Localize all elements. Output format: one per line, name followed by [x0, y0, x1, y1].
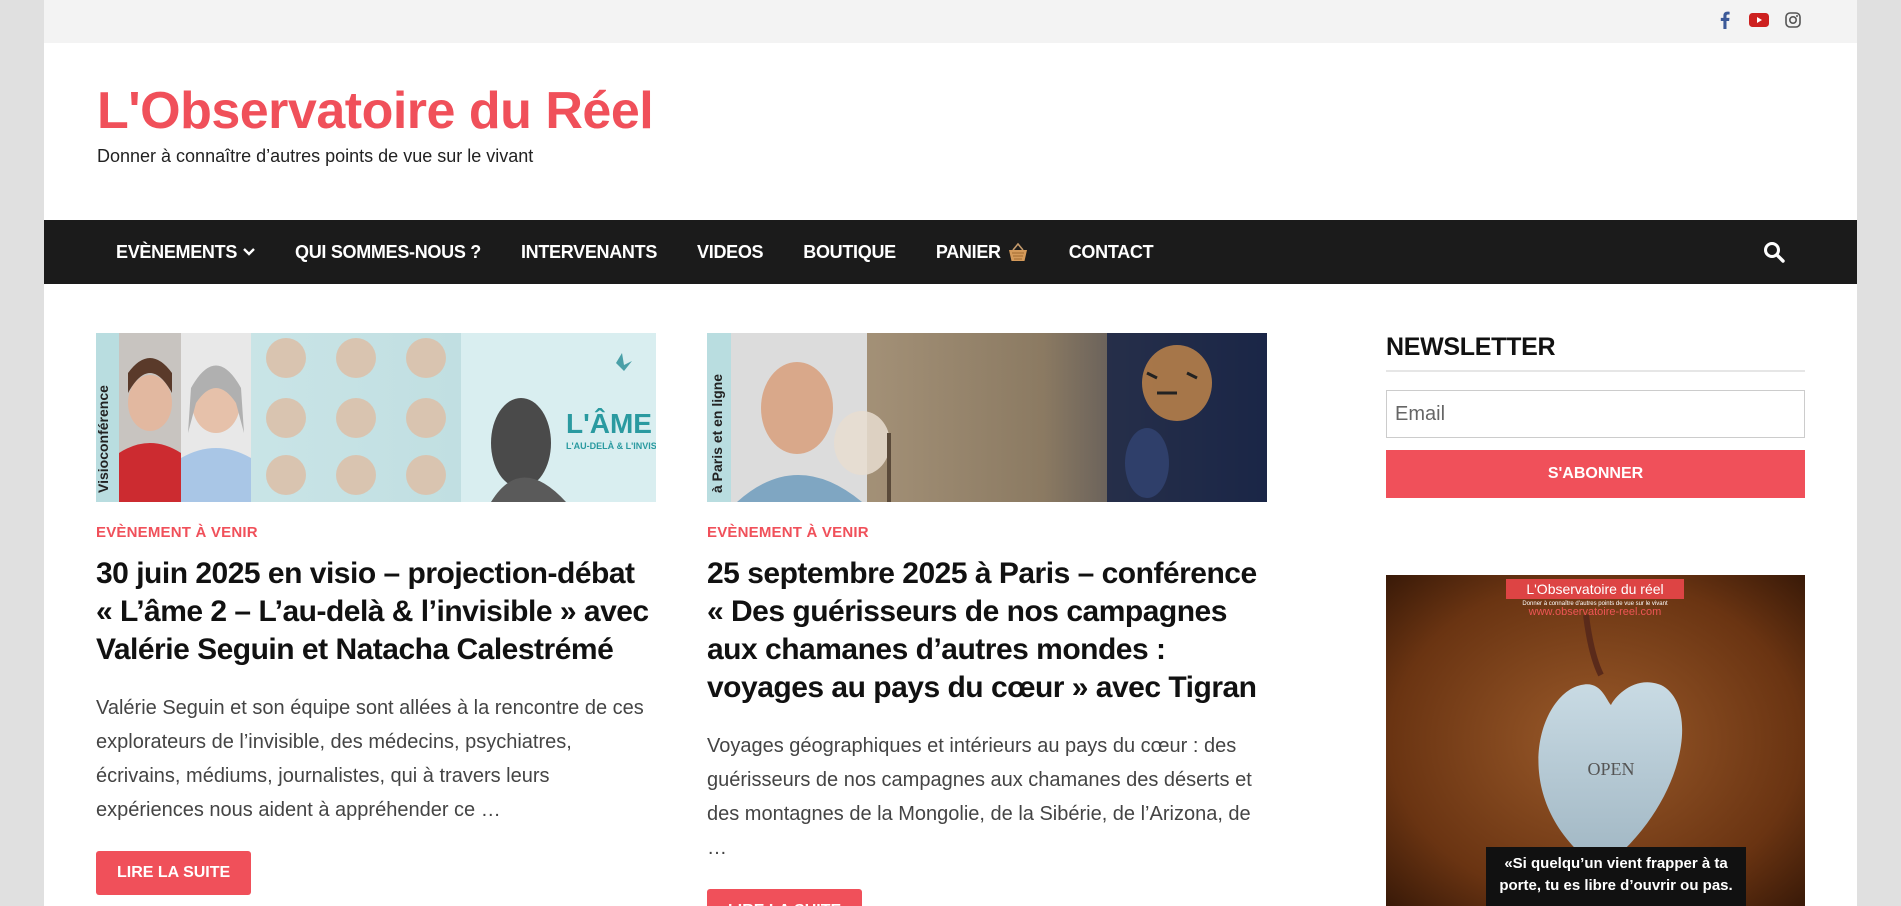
read-more-button[interactable]: LIRE LA SUITE	[707, 889, 863, 906]
post-card: Visioconférence L'ÂME 2 L'AU-DELÀ & L'IN…	[96, 333, 656, 895]
youtube-icon[interactable]	[1749, 10, 1769, 30]
top-bar	[44, 0, 1857, 43]
sidebar: NEWSLETTER Email S'ABONNER L'Observatoir…	[1386, 333, 1805, 906]
post-title[interactable]: 25 septembre 2025 à Paris – conférence «…	[707, 555, 1267, 707]
nav-item-panier[interactable]: PANIER	[916, 242, 1049, 263]
basket-icon	[1008, 242, 1027, 261]
nav-item-evenements[interactable]: EVÈNEMENTS	[96, 242, 275, 263]
banner-film-subtitle: L'AU-DELÀ & L'INVISIBLE	[566, 441, 656, 451]
post-category[interactable]: EVÈNEMENT À VENIR	[707, 524, 1267, 541]
main-nav: EVÈNEMENTS QUI SOMMES-NOUS ? INTERVENANT…	[44, 220, 1857, 284]
post-title[interactable]: 30 juin 2025 en visio – projection-débat…	[96, 555, 656, 669]
nav-item-boutique[interactable]: BOUTIQUE	[783, 242, 916, 263]
nav-item-qui-sommes-nous[interactable]: QUI SOMMES-NOUS ?	[275, 242, 501, 263]
nav-item-intervenants[interactable]: INTERVENANTS	[501, 242, 677, 263]
banner-side-label: Visioconférence	[96, 385, 111, 493]
post-category[interactable]: EVÈNEMENT À VENIR	[96, 524, 656, 541]
newsletter-title: NEWSLETTER	[1386, 333, 1805, 372]
site-title[interactable]: L'Observatoire du Réel	[97, 80, 654, 142]
ad-brand: L'Observatoire du réel	[1526, 581, 1663, 597]
post-excerpt: Valérie Seguin et son équipe sont allées…	[96, 697, 644, 821]
subscribe-button[interactable]: S'ABONNER	[1386, 450, 1805, 498]
search-icon[interactable]	[1763, 241, 1785, 268]
banner-side-label: à Paris et en ligne	[709, 374, 725, 493]
ad-url: www.observatoire-reel.com	[1528, 606, 1662, 618]
site-header: L'Observatoire du Réel Donner à connaîtr…	[97, 80, 654, 167]
post-excerpt: Voyages géographiques et intérieurs au p…	[707, 735, 1252, 859]
page: L'Observatoire du Réel Donner à connaîtr…	[44, 0, 1857, 906]
chevron-down-icon	[243, 248, 255, 256]
facebook-icon[interactable]	[1715, 10, 1735, 30]
post-thumbnail[interactable]: à Paris et en ligne	[707, 333, 1267, 502]
promo-banner[interactable]: L'Observatoire du réel Donner à connaîtr…	[1386, 575, 1805, 906]
banner-film-title: L'ÂME 2	[566, 408, 656, 439]
instagram-icon[interactable]	[1783, 10, 1803, 30]
ad-quote: «Si quelqu’un vient frapper à ta porte, …	[1499, 855, 1733, 894]
site-tagline: Donner à connaître d’autres points de vu…	[97, 146, 534, 166]
nav-item-contact[interactable]: CONTACT	[1049, 242, 1174, 263]
nav-item-videos[interactable]: VIDEOS	[677, 242, 783, 263]
read-more-button[interactable]: LIRE LA SUITE	[96, 851, 252, 895]
ad-heart-text: OPEN	[1587, 759, 1634, 779]
post-card: à Paris et en ligne EVÈNEMENT À VENIR 25…	[707, 333, 1267, 906]
email-field[interactable]: Email	[1386, 390, 1805, 438]
post-thumbnail[interactable]: Visioconférence L'ÂME 2 L'AU-DELÀ & L'IN…	[96, 333, 656, 502]
social-links	[1715, 10, 1803, 30]
